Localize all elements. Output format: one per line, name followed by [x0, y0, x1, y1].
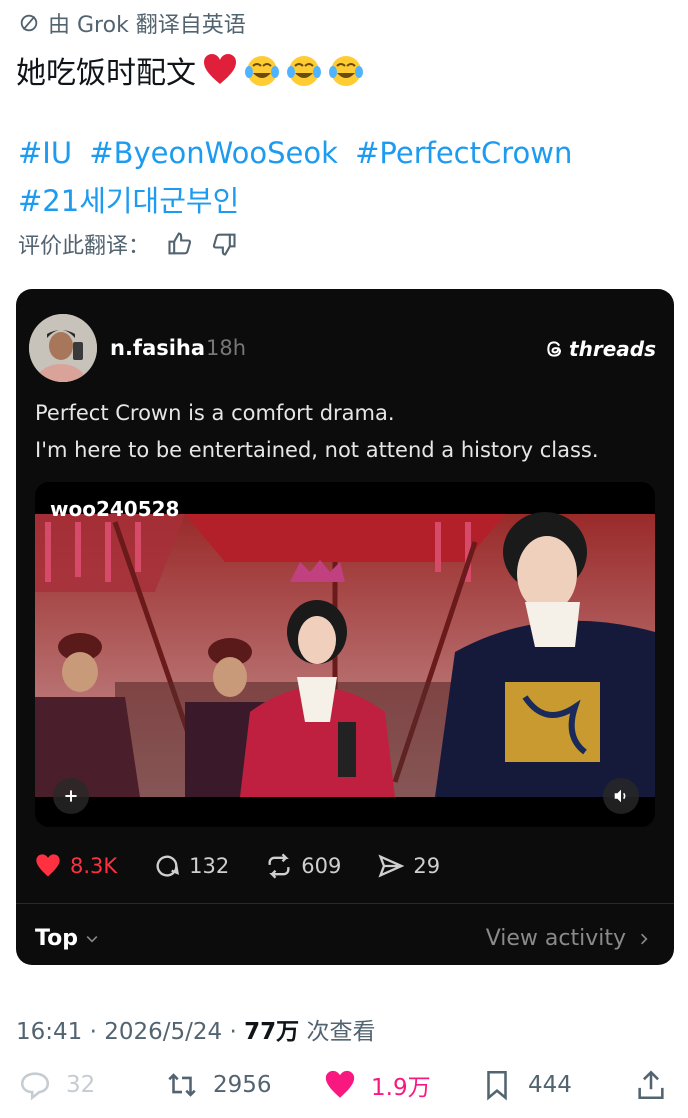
view-activity-label: View activity	[485, 926, 626, 951]
card-actions: 8.3K 132 609 29	[34, 852, 476, 880]
thumbs-down-icon[interactable]	[210, 230, 238, 258]
rate-translation: 评价此翻译：	[18, 228, 238, 260]
threads-embed-card[interactable]: n.fasiha 18h threads Perfect Crown is a …	[16, 289, 674, 965]
like-button[interactable]: 1.9万	[323, 1068, 431, 1102]
red-heart-icon	[202, 52, 238, 88]
plus-icon	[65, 790, 77, 802]
tears-of-joy-icon	[286, 52, 322, 88]
hashtag-link[interactable]: #IU	[18, 136, 72, 170]
tears-of-joy-icon	[244, 52, 280, 88]
view-count: 77万	[244, 1019, 300, 1045]
video-watermark: woo240528	[50, 497, 180, 521]
post-text: 她吃饭时配文	[16, 48, 364, 92]
view-activity-link[interactable]: View activity	[486, 926, 652, 951]
bookmark-button[interactable]: 444	[480, 1068, 572, 1102]
hashtag-link[interactable]: #ByeonWooSeok	[89, 136, 338, 170]
sound-button[interactable]	[603, 778, 639, 814]
post-meta: 16:41 · 2026/5/24 · 77万 次查看	[16, 1019, 376, 1045]
bookmark-count: 444	[528, 1072, 572, 1098]
engagement-bar: 32 2956 1.9万 444	[0, 1068, 688, 1116]
reply-count: 32	[66, 1072, 96, 1098]
heart-icon	[36, 854, 60, 877]
repost-button[interactable]: 609	[265, 852, 341, 880]
card-time: 18h	[206, 336, 247, 360]
send-icon	[378, 854, 405, 878]
bookmark-icon	[487, 1070, 507, 1101]
threads-logo: threads	[545, 337, 656, 361]
post-text-content: 她吃饭时配文	[16, 56, 196, 91]
threads-brand: threads	[569, 337, 656, 361]
heart-icon	[325, 1070, 355, 1098]
hashtag-link[interactable]: #21세기대군부인	[18, 184, 239, 218]
share-count: 29	[413, 854, 441, 878]
threads-icon	[547, 341, 562, 357]
add-button[interactable]	[53, 778, 89, 814]
translation-info: 由 Grok 翻译自英语	[18, 8, 246, 38]
repost-count: 609	[301, 854, 342, 878]
post-time[interactable]: 16:41	[16, 1019, 82, 1045]
comment-icon	[156, 855, 180, 877]
share-button[interactable]	[634, 1068, 668, 1102]
chevron-down-icon	[86, 935, 98, 943]
retweet-count: 2956	[213, 1072, 272, 1098]
retweet-button[interactable]: 2956	[165, 1068, 272, 1102]
sort-dropdown[interactable]: Top	[35, 926, 100, 951]
hashtag-line: #IU #ByeonWooSeok #PerfectCrown	[18, 136, 580, 170]
thumbs-up-icon[interactable]	[166, 230, 194, 258]
like-count: 1.9万	[371, 1075, 431, 1101]
card-text: Perfect Crown is a comfort drama.	[35, 401, 395, 425]
sort-label: Top	[35, 926, 78, 951]
like-count: 8.3K	[70, 854, 118, 878]
avatar[interactable]	[29, 314, 97, 382]
translate-icon	[20, 14, 38, 32]
tears-of-joy-icon	[328, 52, 364, 88]
share-icon	[638, 1070, 664, 1100]
retweet-icon	[168, 1073, 196, 1097]
chevron-right-icon	[641, 933, 648, 944]
post-date[interactable]: 2026/5/24	[104, 1019, 222, 1045]
hashtag-link[interactable]: #PerfectCrown	[355, 136, 572, 170]
divider	[16, 903, 674, 904]
like-button[interactable]: 8.3K	[34, 852, 117, 880]
comment-button[interactable]: 132	[153, 852, 229, 880]
share-button[interactable]: 29	[377, 852, 440, 880]
rate-label: 评价此翻译：	[18, 234, 151, 259]
video-frame-image	[35, 482, 655, 827]
speaker-icon	[614, 789, 626, 803]
reply-button[interactable]: 32	[18, 1068, 95, 1102]
translation-label: 由 Grok 翻译自英语	[48, 13, 246, 38]
video-player[interactable]: woo240528	[35, 482, 655, 827]
comment-count: 132	[189, 854, 230, 878]
reply-icon	[20, 1072, 50, 1101]
views-suffix: 次查看	[306, 1019, 376, 1045]
card-text: I'm here to be entertained, not attend a…	[35, 438, 599, 462]
card-username[interactable]: n.fasiha	[110, 336, 205, 360]
repost-icon	[268, 853, 290, 879]
hashtag-line: #21세기대군부인	[18, 178, 247, 220]
